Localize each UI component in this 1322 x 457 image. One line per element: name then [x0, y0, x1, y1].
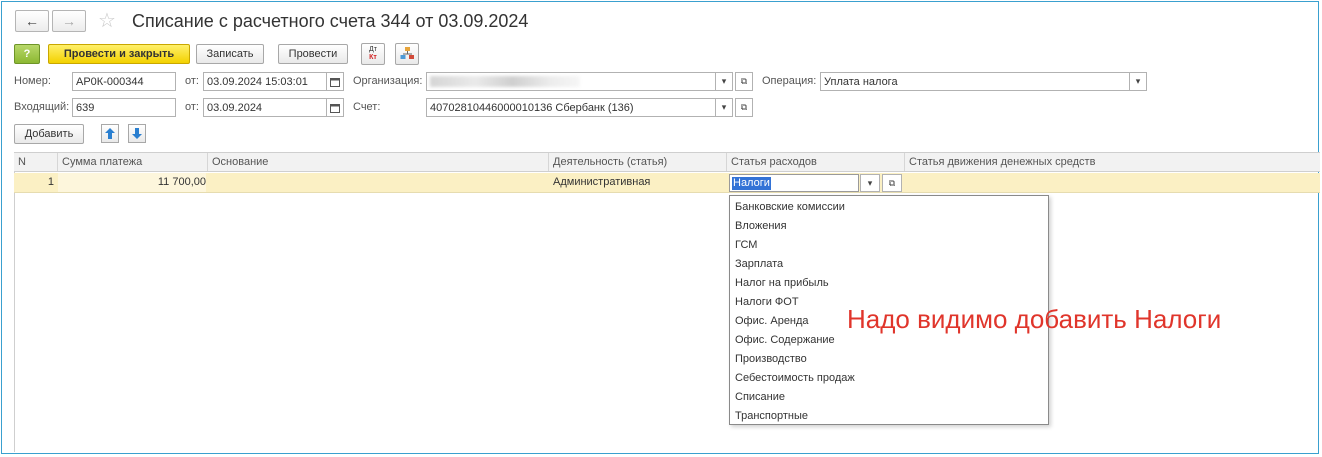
- add-row-button[interactable]: Добавить: [14, 124, 84, 144]
- help-icon: ?: [23, 48, 31, 60]
- calendar-icon: [330, 77, 340, 87]
- back-button[interactable]: ←: [15, 10, 49, 32]
- organization-open-button[interactable]: ⧉: [735, 72, 753, 91]
- cell-amount[interactable]: 11 700,00: [58, 173, 206, 192]
- column-header-cashflow[interactable]: Статья движения денежных средств: [905, 153, 1320, 171]
- list-item[interactable]: Транспортные: [730, 407, 1048, 426]
- incoming-calendar-button[interactable]: [326, 98, 344, 117]
- account-field[interactable]: 40702810446000010136 Сбербанк (136): [426, 98, 716, 117]
- arrow-up-icon: [105, 128, 115, 139]
- list-item[interactable]: Вложения: [730, 217, 1048, 236]
- organization-dropdown-button[interactable]: ▾: [715, 72, 733, 91]
- favorite-star-icon[interactable]: ☆: [98, 8, 116, 33]
- number-field[interactable]: АР0К-000344: [72, 72, 176, 91]
- incoming-label: Входящий:: [14, 101, 70, 113]
- date-field[interactable]: 03.09.2024 15:03:01: [203, 72, 327, 91]
- column-header-amount[interactable]: Сумма платежа: [58, 153, 208, 171]
- kt-label: Кт: [369, 54, 377, 61]
- list-item[interactable]: Списание: [730, 388, 1048, 407]
- column-header-n[interactable]: N: [14, 153, 58, 171]
- structure-button[interactable]: [395, 43, 419, 65]
- move-up-button[interactable]: [101, 124, 119, 143]
- column-header-activity[interactable]: Деятельность (статья): [549, 153, 727, 171]
- structure-icon: [400, 47, 414, 59]
- save-button[interactable]: Записать: [196, 44, 264, 64]
- redacted-value: [430, 76, 580, 87]
- post-and-close-button[interactable]: Провести и закрыть: [48, 44, 190, 64]
- dt-kt-button[interactable]: Дт Кт: [361, 43, 385, 65]
- move-down-button[interactable]: [128, 124, 146, 143]
- expense-open-button[interactable]: ⧉: [882, 174, 902, 192]
- forward-button[interactable]: →: [52, 10, 86, 32]
- account-label: Счет:: [353, 101, 381, 113]
- chevron-down-icon: ▾: [721, 102, 727, 112]
- open-form-icon: ⧉: [740, 102, 748, 112]
- payments-table: [14, 152, 1320, 452]
- list-item[interactable]: ГСМ: [730, 236, 1048, 255]
- date-label: от:: [185, 75, 199, 87]
- list-item[interactable]: Банковские комиссии: [730, 198, 1048, 217]
- operation-dropdown-button[interactable]: ▾: [1129, 72, 1147, 91]
- expense-editor-value: Налоги: [732, 177, 771, 190]
- column-header-basis[interactable]: Основание: [208, 153, 549, 171]
- list-item[interactable]: Зарплата: [730, 255, 1048, 274]
- dt-label: Дт: [369, 46, 377, 53]
- help-button[interactable]: ?: [14, 44, 40, 64]
- number-label: Номер:: [14, 75, 51, 87]
- chevron-down-icon: ▾: [1135, 76, 1141, 86]
- page-title: Списание с расчетного счета 344 от 03.09…: [132, 11, 529, 31]
- calendar-button[interactable]: [326, 72, 344, 91]
- table-row[interactable]: 1 11 700,00 Административная: [14, 173, 1320, 193]
- chevron-down-icon: ▾: [867, 177, 873, 188]
- table-header: N Сумма платежа Основание Деятельность (…: [14, 152, 1320, 172]
- expense-dropdown-button[interactable]: ▾: [860, 174, 880, 192]
- open-form-icon: ⧉: [740, 76, 748, 86]
- arrow-left-icon: ←: [25, 13, 39, 29]
- list-item[interactable]: Производство: [730, 350, 1048, 369]
- annotation-note: Надо видимо добавить Налоги: [847, 304, 1222, 334]
- open-form-icon: ⧉: [888, 177, 896, 188]
- account-dropdown-button[interactable]: ▾: [715, 98, 733, 117]
- arrow-right-icon: →: [62, 13, 76, 29]
- list-item[interactable]: Себестоимость продаж: [730, 369, 1048, 388]
- operation-label: Операция:: [762, 75, 817, 87]
- incoming-date-label: от:: [185, 101, 199, 113]
- operation-field[interactable]: Уплата налога: [820, 72, 1130, 91]
- calendar-icon: [330, 103, 340, 113]
- list-item[interactable]: Налог на прибыль: [730, 274, 1048, 293]
- cell-basis[interactable]: [208, 173, 549, 192]
- cell-activity[interactable]: Административная: [553, 173, 727, 192]
- column-header-expense[interactable]: Статья расходов: [727, 153, 905, 171]
- cell-cashflow[interactable]: [905, 173, 1320, 192]
- chevron-down-icon: ▾: [721, 76, 727, 86]
- post-button[interactable]: Провести: [278, 44, 348, 64]
- incoming-date-field[interactable]: 03.09.2024: [203, 98, 327, 117]
- cell-n: 1: [47, 176, 54, 188]
- organization-field[interactable]: [426, 72, 716, 91]
- account-open-button[interactable]: ⧉: [735, 98, 753, 117]
- expense-editor-field[interactable]: Налоги: [729, 174, 859, 192]
- arrow-down-icon: [132, 128, 142, 139]
- incoming-number-field[interactable]: 639: [72, 98, 176, 117]
- organization-label: Организация:: [353, 75, 423, 87]
